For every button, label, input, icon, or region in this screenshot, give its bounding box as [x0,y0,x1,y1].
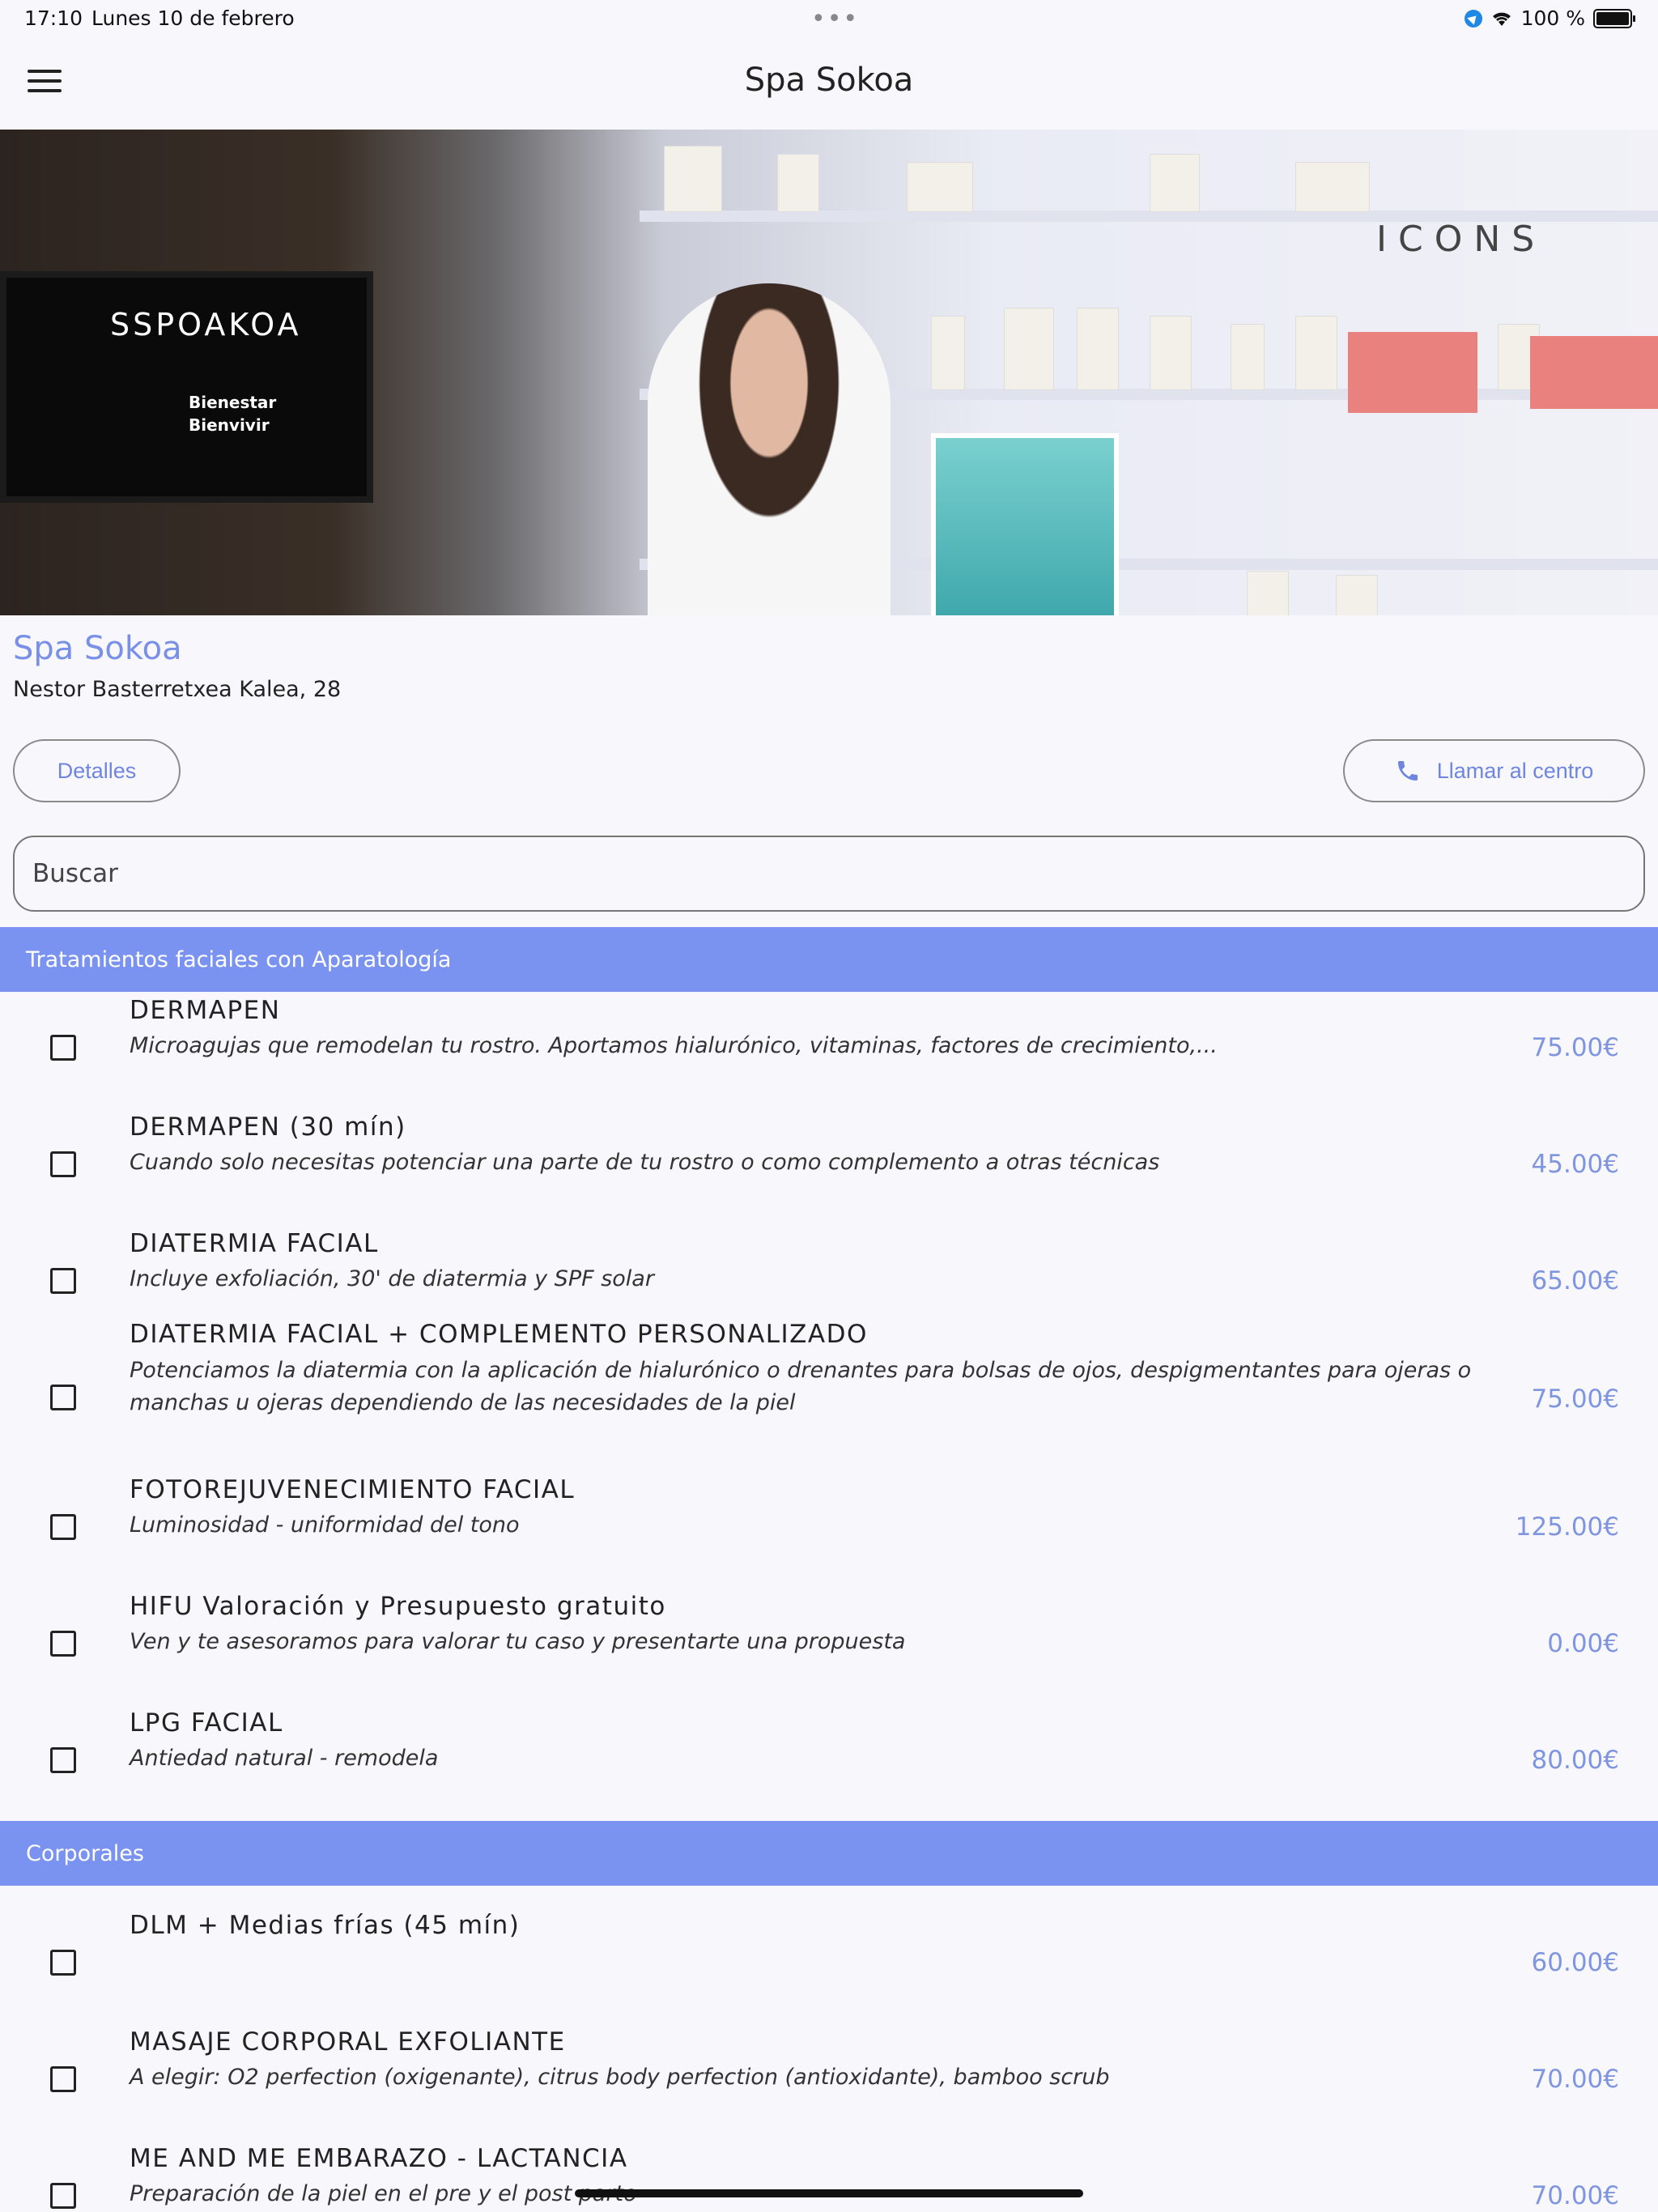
service-price: 60.00€ [1531,1948,1619,1977]
service-price: 125.00€ [1515,1512,1619,1542]
service-description: Cuando solo necesitas potenciar una part… [130,1150,1160,1175]
section-header: Corporales [0,1821,1658,1886]
service-checkbox[interactable] [50,1385,76,1410]
multitasking-dots-icon[interactable]: ••• [811,5,859,33]
service-description: A elegir: O2 perfection (oxigenante), ci… [130,2065,1110,2090]
service-description: Antiedad natural - remodela [130,1746,439,1771]
status-bar: 17:10 Lunes 10 de febrero ••• 100 % [0,0,1658,39]
service-name: DLM + Medias frías (45 mín) [130,1911,521,1940]
battery-icon [1593,8,1635,28]
poster-photo [931,433,1119,615]
service-checkbox[interactable] [50,1268,76,1294]
service-checkbox[interactable] [50,1631,76,1657]
battery-percent: 100 % [1520,6,1585,30]
service-name: DERMAPEN (30 mín) [130,1112,406,1142]
details-button[interactable]: Detalles [13,739,181,802]
service-name: DERMAPEN [130,996,281,1025]
service-name: DIATERMIA FACIAL [130,1229,379,1258]
call-center-button[interactable]: Llamar al centro [1343,739,1645,802]
home-indicator[interactable] [575,2189,1083,2197]
service-name: DIATERMIA FACIAL + COMPLEMENTO PERSONALI… [130,1320,868,1349]
service-checkbox[interactable] [50,1514,76,1540]
service-description: Ven y te asesoramos para valorar tu caso… [130,1629,906,1654]
status-time: 17:10 [24,6,83,30]
service-price: 70.00€ [1531,2065,1619,2094]
service-description: Potenciamos la diatermia con la aplicaci… [130,1358,1472,1415]
service-checkbox[interactable] [50,1035,76,1061]
service-name: LPG FACIAL [130,1708,283,1738]
venue-hero-image: SSPOAKOA Bienestar Bienvivir ICONS [0,130,1658,615]
page-title: Spa Sokoa [744,62,914,99]
section-header: Tratamientos faciales con Aparatología [0,927,1658,992]
service-name: MASAJE CORPORAL EXFOLIANTE [130,2027,566,2057]
tv-tagline: Bienestar Bienvivir [189,393,277,435]
status-icons: 100 % [1464,6,1635,30]
service-description: Incluye exfoliación, 30' de diatermia y … [130,1266,654,1291]
service-price: 45.00€ [1531,1150,1619,1179]
wifi-icon [1492,12,1511,26]
service-checkbox[interactable] [50,2183,76,2209]
service-checkbox[interactable] [50,1151,76,1177]
service-price: 80.00€ [1531,1746,1619,1775]
search-input[interactable]: Buscar [13,836,1645,912]
service-price: 65.00€ [1531,1266,1619,1295]
store-sign: ICONS [1376,219,1546,260]
service-checkbox[interactable] [50,2066,76,2092]
tv-screen: SSPOAKOA Bienestar Bienvivir [0,271,373,503]
service-price: 70.00€ [1531,2181,1619,2210]
service-checkbox[interactable] [50,1747,76,1773]
person-photo [648,283,891,615]
service-name: HIFU Valoración y Presupuesto gratuito [130,1592,666,1621]
service-name: FOTOREJUVENECIMIENTO FACIAL [130,1475,576,1504]
call-center-label: Llamar al centro [1436,758,1594,783]
status-date: Lunes 10 de febrero [91,6,295,30]
location-icon [1464,9,1482,28]
service-price: 0.00€ [1547,1629,1619,1658]
service-description: Microagujas que remodelan tu rostro. Apo… [130,1033,1218,1058]
phone-icon [1397,761,1418,781]
service-price: 75.00€ [1531,1033,1619,1062]
service-name: ME AND ME EMBARAZO - LACTANCIA [130,2144,628,2173]
venue-address: Nestor Basterretxea Kalea, 28 [13,677,342,702]
service-description: Luminosidad - uniformidad del tono [130,1512,520,1538]
spa-logo: SSPOAKOA [110,307,302,342]
app-bar: Spa Sokoa [0,39,1658,130]
venue-name: Spa Sokoa [13,630,182,667]
service-price: 75.00€ [1531,1385,1619,1414]
service-checkbox[interactable] [50,1950,76,1976]
